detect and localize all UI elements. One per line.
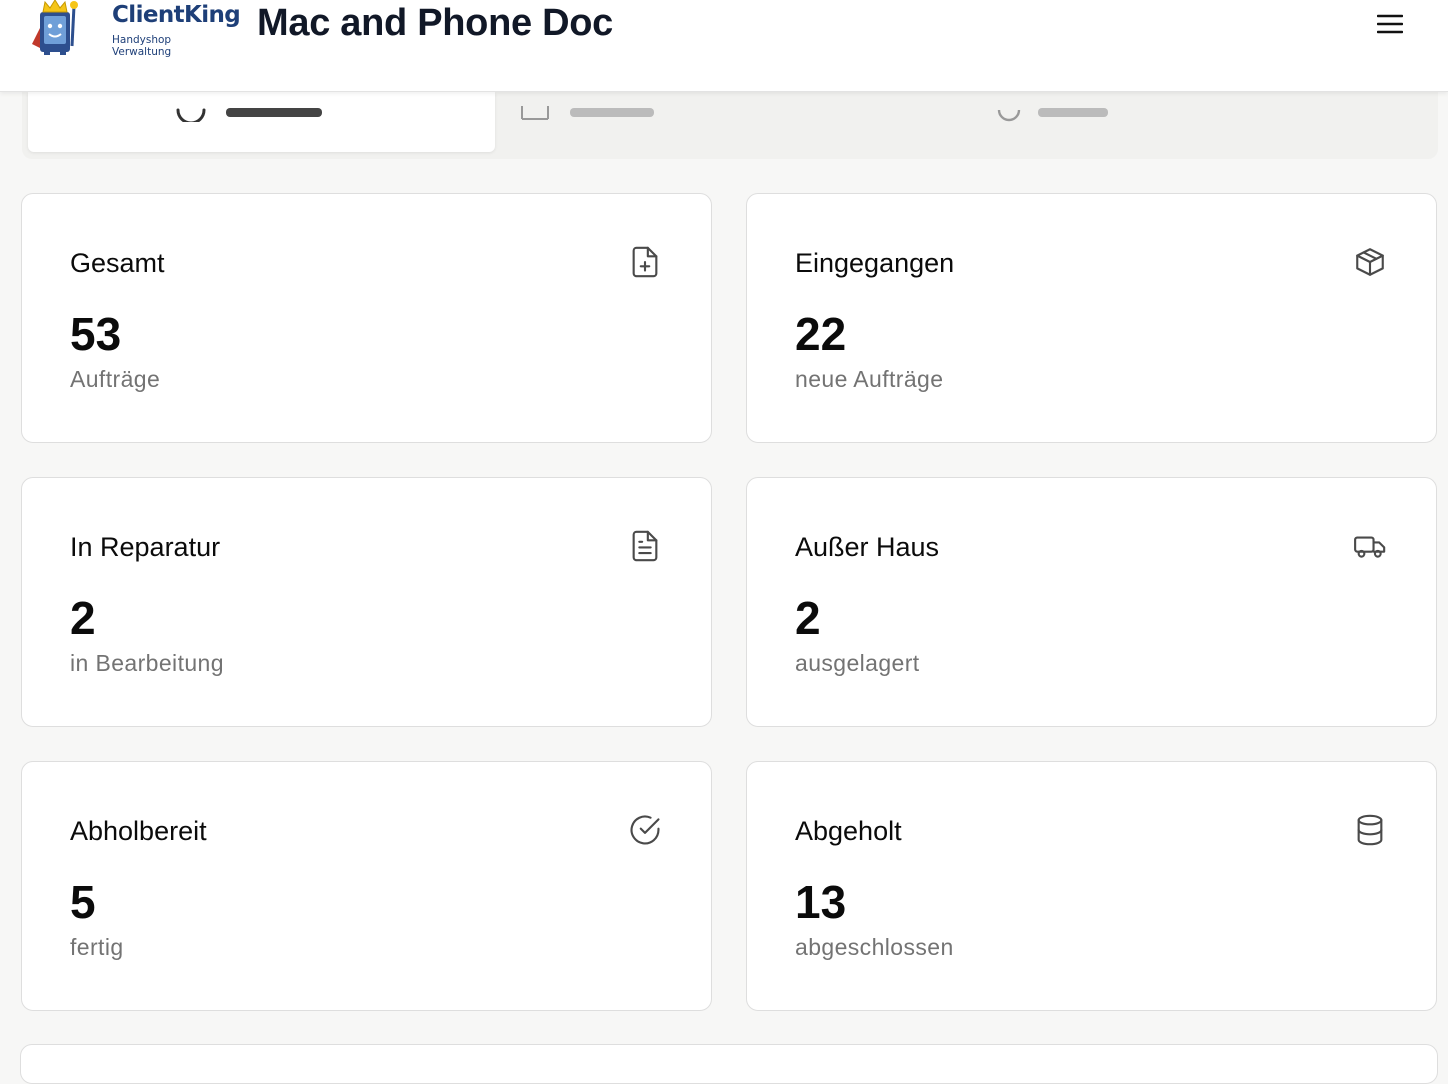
stat-card-abholbereit[interactable]: Abholbereit 5 fertig (21, 761, 712, 1011)
tab-label-fragment[interactable] (1036, 92, 1126, 122)
view-tabs (22, 92, 1438, 159)
stat-title: Abholbereit (70, 816, 207, 846)
stat-card-eingegangen[interactable]: Eingegangen 22 neue Aufträge (746, 193, 1437, 443)
tab-label-fragment[interactable] (568, 92, 668, 122)
stat-card-ausser-haus[interactable]: Außer Haus 2 ausgelagert (746, 477, 1437, 727)
stat-subtitle: in Bearbeitung (70, 650, 224, 676)
tab-icon[interactable] (519, 92, 553, 122)
stat-title: Eingegangen (795, 248, 955, 278)
stat-title: In Reparatur (70, 532, 221, 562)
stat-card-in-reparatur[interactable]: In Reparatur 2 in Bearbeitung (21, 477, 712, 727)
stat-subtitle: ausgelagert (795, 650, 920, 676)
logo-tagline: Handyshop Verwaltung (112, 34, 172, 58)
next-section-card (20, 1044, 1438, 1084)
stat-value: 53 (70, 308, 122, 360)
stat-title: Außer Haus (795, 532, 940, 562)
truck-icon (1354, 536, 1386, 558)
stat-card-abgeholt[interactable]: Abgeholt 13 abgeschlossen (746, 761, 1437, 1011)
package-icon (1356, 248, 1384, 276)
menu-button[interactable] (1372, 8, 1408, 40)
stat-card-gesamt[interactable]: Gesamt 53 Aufträge (21, 193, 712, 443)
clientking-logo[interactable]: ClientKing Handyshop Verwaltung (26, 0, 241, 58)
stat-value: 13 (795, 876, 847, 928)
stat-title: Abgeholt (795, 816, 902, 846)
stat-subtitle: abgeschlossen (795, 934, 954, 960)
stat-value: 2 (70, 592, 96, 644)
app-header: ClientKing Handyshop Verwaltung Mac and … (0, 0, 1448, 92)
check-circle-icon (630, 815, 660, 845)
stat-value: 22 (795, 308, 847, 360)
stat-subtitle: neue Aufträge (795, 366, 944, 392)
file-text-icon (632, 530, 658, 562)
stat-value: 2 (795, 592, 821, 644)
file-plus-icon (632, 246, 658, 278)
tab-active[interactable] (28, 92, 495, 152)
tab-label-fragment (226, 108, 322, 117)
stat-subtitle: fertig (70, 934, 124, 960)
tab-icon (176, 108, 206, 122)
stat-value: 5 (70, 876, 96, 928)
database-icon (1357, 814, 1383, 846)
shop-title: Mac and Phone Doc (257, 2, 613, 44)
hamburger-menu-icon (1377, 14, 1403, 34)
king-mascot-icon (32, 0, 78, 55)
stat-title: Gesamt (70, 248, 165, 278)
logo-wordmark: ClientKing (112, 2, 241, 28)
tab-icon[interactable] (994, 92, 1024, 122)
stat-subtitle: Aufträge (70, 366, 161, 392)
